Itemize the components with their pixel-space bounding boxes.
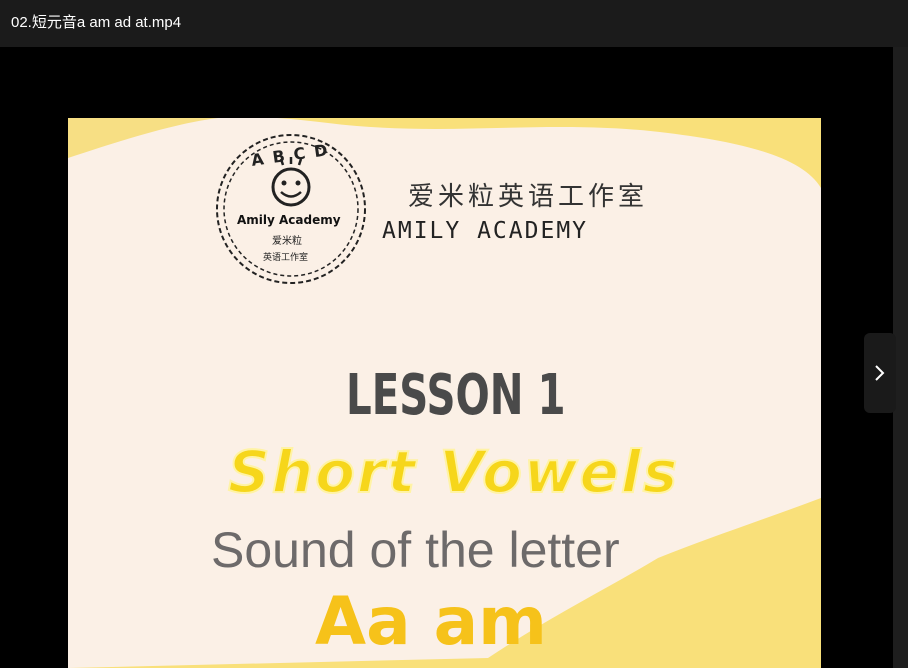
brand-chinese: 爱米粒英语工作室 <box>408 182 649 212</box>
title-bar: 02.短元音a am ad at.mp4 <box>0 0 908 47</box>
video-title: 02.短元音a am ad at.mp4 <box>11 14 182 31</box>
lesson-heading: Short Vowels <box>227 437 680 507</box>
academy-logo: ABCD Amily Academy 爱米粒 英语工作室 <box>211 129 371 289</box>
logo-cn-line2: 英语工作室 <box>263 253 309 263</box>
lesson-number: LESSON 1 <box>346 363 566 428</box>
lesson-letters: Aa am <box>315 583 547 660</box>
logo-name: Amily Academy <box>237 213 341 227</box>
brand-english: AMILY ACADEMY <box>382 218 589 244</box>
next-video-button[interactable] <box>864 333 896 413</box>
lesson-subheading: Sound of the letter <box>211 522 620 578</box>
logo-cn-line1: 爱米粒 <box>272 236 302 247</box>
video-frame[interactable]: ABCD Amily Academy 爱米粒 英语工作室 爱米粒英语工作室 AM… <box>68 118 821 668</box>
chevron-right-icon <box>875 365 885 381</box>
